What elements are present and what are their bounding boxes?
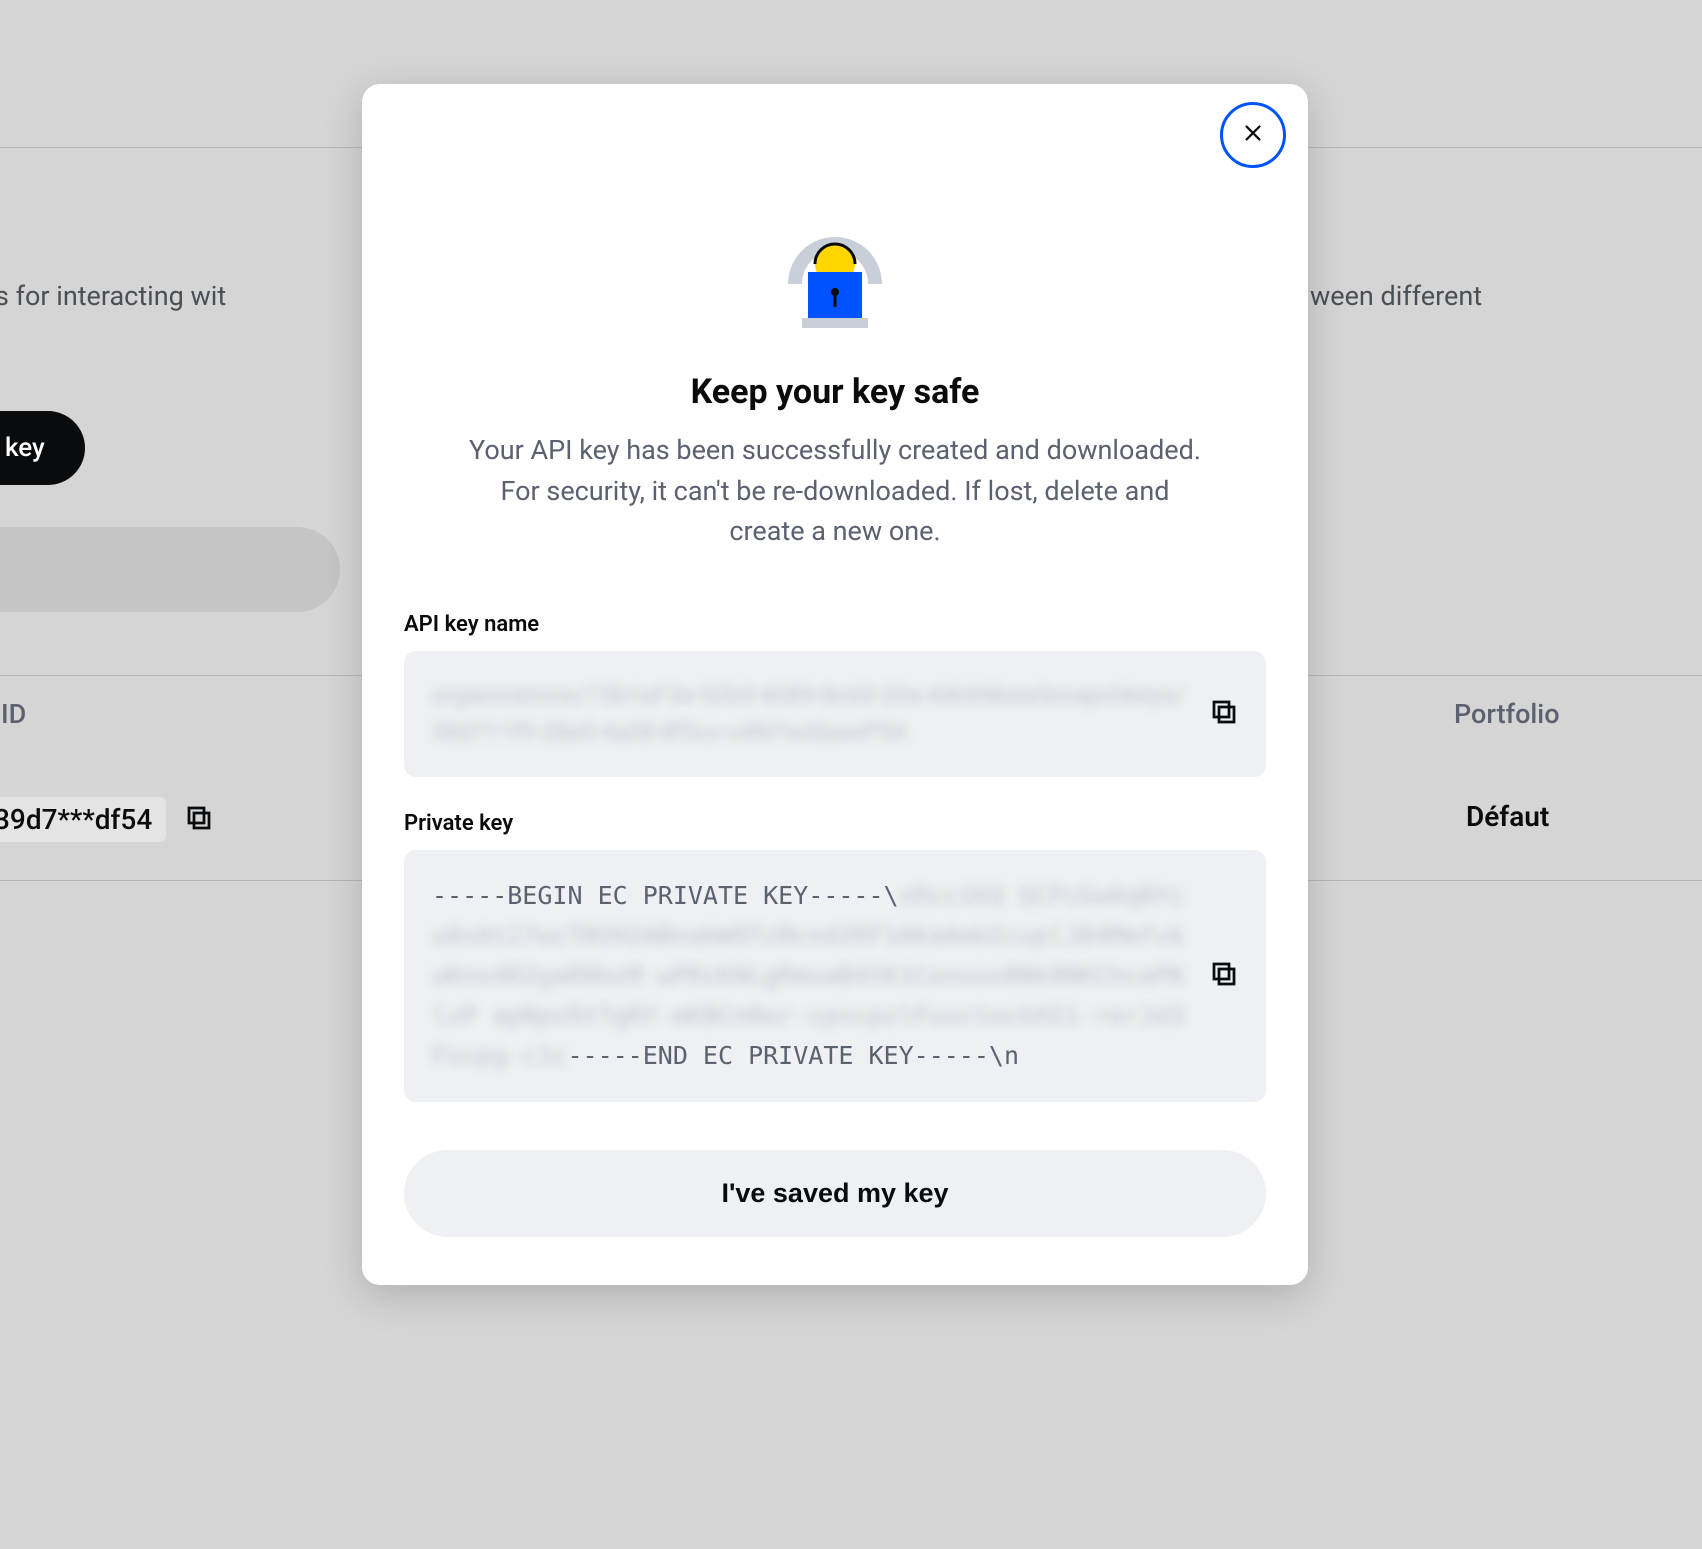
keep-key-safe-modal: Keep your key safe Your API key has been…: [362, 84, 1308, 1285]
api-key-name-field: organizations/73b1aF3e-52b3-4089-8c60-20…: [404, 651, 1266, 777]
saved-my-key-button[interactable]: I've saved my key: [404, 1150, 1266, 1237]
private-key-begin: -----BEGIN EC PRIVATE KEY-----\: [432, 881, 899, 910]
key-id-value: 39d7***df54: [0, 797, 166, 842]
create-trading-key-button[interactable]: ding key: [0, 411, 85, 485]
search-pill[interactable]: [0, 527, 340, 612]
table-row: 39d7***df54: [0, 797, 214, 842]
page-description-left: missions for interacting wit: [0, 280, 226, 312]
close-icon: [1242, 122, 1264, 148]
private-key-value: -----BEGIN EC PRIVATE KEY-----\xRcc1KQ Q…: [432, 876, 1186, 1076]
copy-icon[interactable]: [184, 803, 214, 837]
portfolio-value: Défaut: [1466, 800, 1549, 833]
copy-icon: [1209, 959, 1239, 993]
lock-illustration: [404, 212, 1266, 342]
copy-private-key-button[interactable]: [1204, 956, 1244, 996]
api-key-name-label: API key name: [404, 612, 1266, 637]
modal-title: Keep your key safe: [404, 372, 1266, 412]
close-button[interactable]: [1220, 102, 1286, 168]
page-description-right: ween different: [1310, 280, 1482, 312]
private-key-field: -----BEGIN EC PRIVATE KEY-----\xRcc1KQ Q…: [404, 850, 1266, 1102]
copy-api-key-name-button[interactable]: [1204, 694, 1244, 734]
table-header-portfolio: Portfolio: [1454, 698, 1560, 730]
modal-description: Your API key has been successfully creat…: [465, 430, 1205, 552]
table-header-key-id: Key ID: [0, 698, 26, 730]
copy-icon: [1209, 697, 1239, 731]
private-key-label: Private key: [404, 811, 1266, 836]
api-key-name-value: organizations/73b1aF3e-52b3-4089-8c60-20…: [432, 677, 1186, 751]
private-key-end: -----END EC PRIVATE KEY-----\n: [567, 1041, 1019, 1070]
